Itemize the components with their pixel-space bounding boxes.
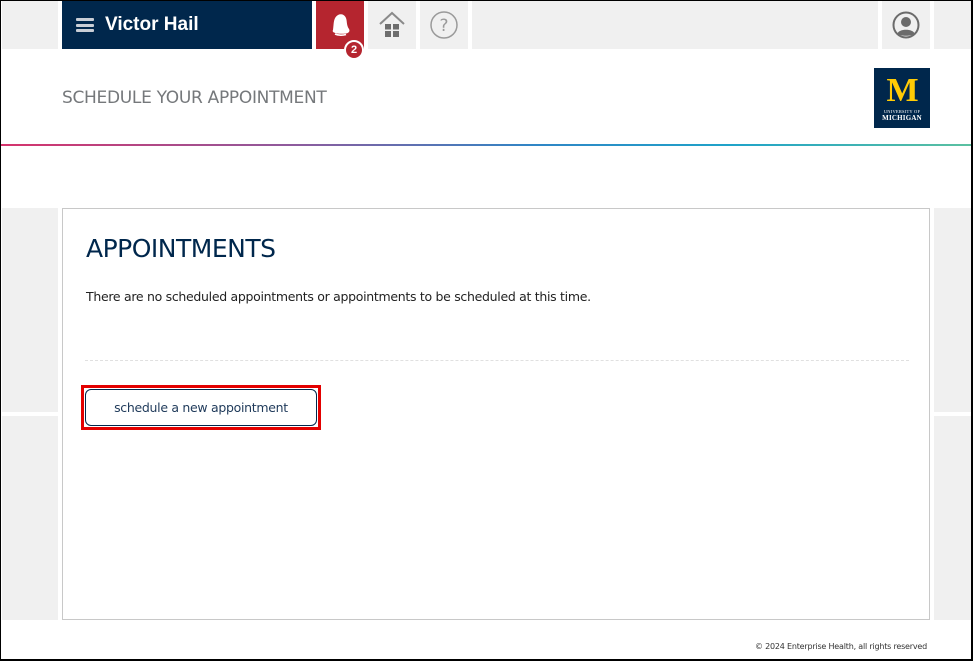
topbar-spacer — [472, 1, 878, 49]
page-header: SCHEDULE YOUR APPOINTMENT M UNIVERSITY O… — [1, 49, 971, 145]
notification-count-badge: 2 — [344, 40, 364, 60]
home-button[interactable] — [368, 1, 416, 49]
section-divider — [85, 360, 909, 361]
right-side-panel-top — [934, 208, 971, 412]
left-side-panel-bottom — [2, 416, 58, 620]
help-question-icon: ? — [430, 11, 458, 39]
topbar-spacer-left — [2, 1, 58, 49]
user-profile-icon — [892, 11, 920, 39]
logo-block-m: M — [886, 72, 918, 109]
help-button[interactable]: ? — [420, 1, 468, 49]
university-of-michigan-logo: M UNIVERSITY OF MICHIGAN — [874, 68, 930, 128]
user-name: Victor Hail — [105, 14, 199, 35]
footer-copyright: © 2024 Enterprise Health, all rights res… — [754, 642, 927, 651]
appointments-card: APPOINTMENTS There are no scheduled appo… — [62, 208, 930, 620]
top-navigation-bar: Victor Hail 2 ? — [1, 1, 971, 60]
app-window: Victor Hail 2 ? SCHEDULE YOUR APPOINTMEN… — [0, 0, 973, 661]
user-menu-button[interactable]: Victor Hail — [62, 1, 312, 49]
logo-michigan: MICHIGAN — [882, 114, 922, 122]
schedule-new-appointment-button[interactable]: schedule a new appointment — [85, 389, 317, 426]
appointments-heading: APPOINTMENTS — [86, 234, 276, 263]
right-side-panel-bottom — [934, 416, 971, 620]
bell-icon — [332, 14, 350, 36]
no-appointments-message: There are no scheduled appointments or a… — [86, 289, 591, 304]
profile-button[interactable] — [882, 1, 930, 49]
page-title: SCHEDULE YOUR APPOINTMENT — [62, 88, 327, 108]
topbar-spacer-right — [934, 1, 971, 49]
hamburger-menu-icon — [76, 18, 94, 32]
home-icon — [379, 11, 405, 37]
left-side-panel-top — [2, 208, 58, 412]
header-gradient-divider — [1, 144, 971, 146]
svg-text:?: ? — [439, 16, 448, 36]
